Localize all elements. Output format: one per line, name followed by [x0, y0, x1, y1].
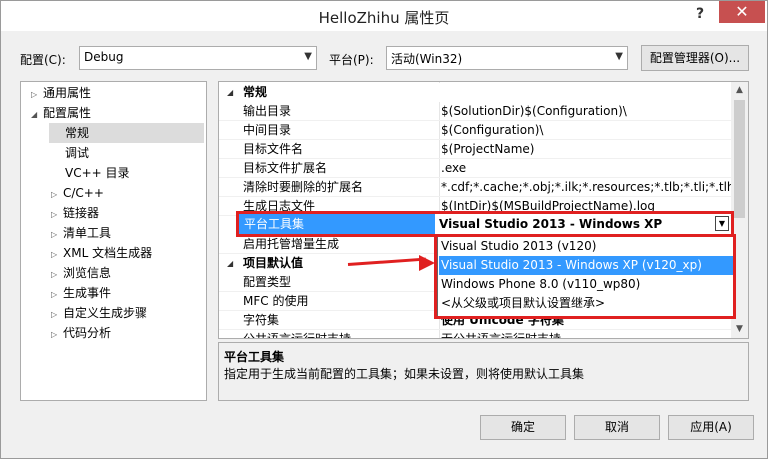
chevron-down-icon: ▼ [304, 51, 312, 62]
property-row[interactable]: 目标文件扩展名 .exe [219, 159, 732, 178]
title-bar: HelloZhihu 属性页 ? ✕ [1, 1, 767, 31]
tree-item[interactable]: VC++ 目录 [65, 163, 130, 183]
tree-item[interactable]: ▷ 生成事件 [51, 283, 111, 303]
help-button[interactable]: ? [687, 3, 713, 25]
tree-item[interactable]: ▷ C/C++ [51, 183, 104, 203]
config-combo[interactable]: Debug ▼ [79, 46, 317, 70]
cancel-button[interactable]: 取消 [574, 415, 660, 440]
tree-item[interactable]: ▷ 代码分析 [51, 323, 111, 343]
tree-item[interactable]: ▷ 自定义生成步骤 [51, 303, 147, 323]
tree-item[interactable]: ▷ 链接器 [51, 203, 99, 223]
chevron-down-icon: ▼ [615, 51, 623, 62]
platform-label: 平台(P): [329, 53, 374, 67]
config-manager-button[interactable]: 配置管理器(O)... [641, 45, 749, 71]
expand-icon[interactable]: ▷ [51, 185, 63, 205]
tree-item[interactable]: ▷ XML 文档生成器 [51, 243, 152, 263]
category-header[interactable]: ◢ 常规 [219, 83, 732, 102]
tree-item-selected[interactable]: 常规 [49, 123, 204, 143]
tree-item[interactable]: ▷ 清单工具 [51, 223, 111, 243]
collapse-icon[interactable]: ◢ [31, 105, 43, 125]
property-row[interactable]: 目标文件名 $(ProjectName) [219, 140, 732, 159]
description-pane: 平台工具集 指定用于生成当前配置的工具集；如果未设置，则将使用默认工具集 [218, 342, 749, 401]
scroll-thumb[interactable] [734, 100, 745, 218]
expand-icon[interactable]: ▷ [31, 85, 43, 105]
close-button[interactable]: ✕ [719, 1, 765, 23]
tree-item[interactable]: 调试 [65, 143, 89, 163]
tree-item[interactable]: ▷ 通用属性 [31, 83, 91, 103]
expand-icon[interactable]: ▷ [51, 225, 63, 245]
platform-value: 活动(Win32) [391, 52, 463, 66]
expand-icon[interactable]: ▷ [51, 325, 63, 345]
config-value: Debug [84, 50, 124, 64]
apply-button[interactable]: 应用(A) [668, 415, 754, 440]
scroll-up-icon[interactable]: ▲ [731, 82, 748, 99]
tree-item[interactable]: ◢ 配置属性 [31, 103, 91, 123]
platform-combo[interactable]: 活动(Win32) ▼ [386, 46, 628, 70]
expand-icon[interactable]: ▷ [51, 305, 63, 325]
expand-icon[interactable]: ▷ [51, 265, 63, 285]
description-title: 平台工具集 [224, 350, 285, 364]
annotation-arrow-head [419, 255, 435, 271]
tree-item[interactable]: ▷ 浏览信息 [51, 263, 111, 283]
scroll-down-icon[interactable]: ▼ [731, 321, 748, 338]
collapse-icon[interactable]: ◢ [227, 254, 233, 273]
property-row[interactable]: 输出目录 $(SolutionDir)$(Configuration)\ [219, 102, 732, 121]
category-tree: ▷ 通用属性 ◢ 配置属性 常规 调试 VC++ 目录 ▷ C/C++ ▷ 链接器 ▷ 清… [20, 81, 207, 401]
property-row[interactable]: 清除时要删除的扩展名 *.cdf;*.cache;*.obj;*.ilk;*.re… [219, 178, 732, 197]
expand-icon[interactable]: ▷ [51, 245, 63, 265]
config-label: 配置(C): [20, 53, 66, 67]
ok-button[interactable]: 确定 [480, 415, 566, 440]
property-pages-dialog: HelloZhihu 属性页 ? ✕ 配置(C): Debug ▼ 平台(P):… [0, 0, 768, 459]
annotation-box-dropdown [434, 234, 736, 319]
window-title: HelloZhihu 属性页 [318, 9, 450, 27]
description-text: 指定用于生成当前配置的工具集；如果未设置，则将使用默认工具集 [224, 367, 585, 381]
property-row[interactable]: 公共语言运行时支持 无公共语言运行时支持 [219, 330, 732, 338]
collapse-icon[interactable]: ◢ [227, 83, 233, 102]
expand-icon[interactable]: ▷ [51, 205, 63, 225]
expand-icon[interactable]: ▷ [51, 285, 63, 305]
property-row[interactable]: 中间目录 $(Configuration)\ [219, 121, 732, 140]
